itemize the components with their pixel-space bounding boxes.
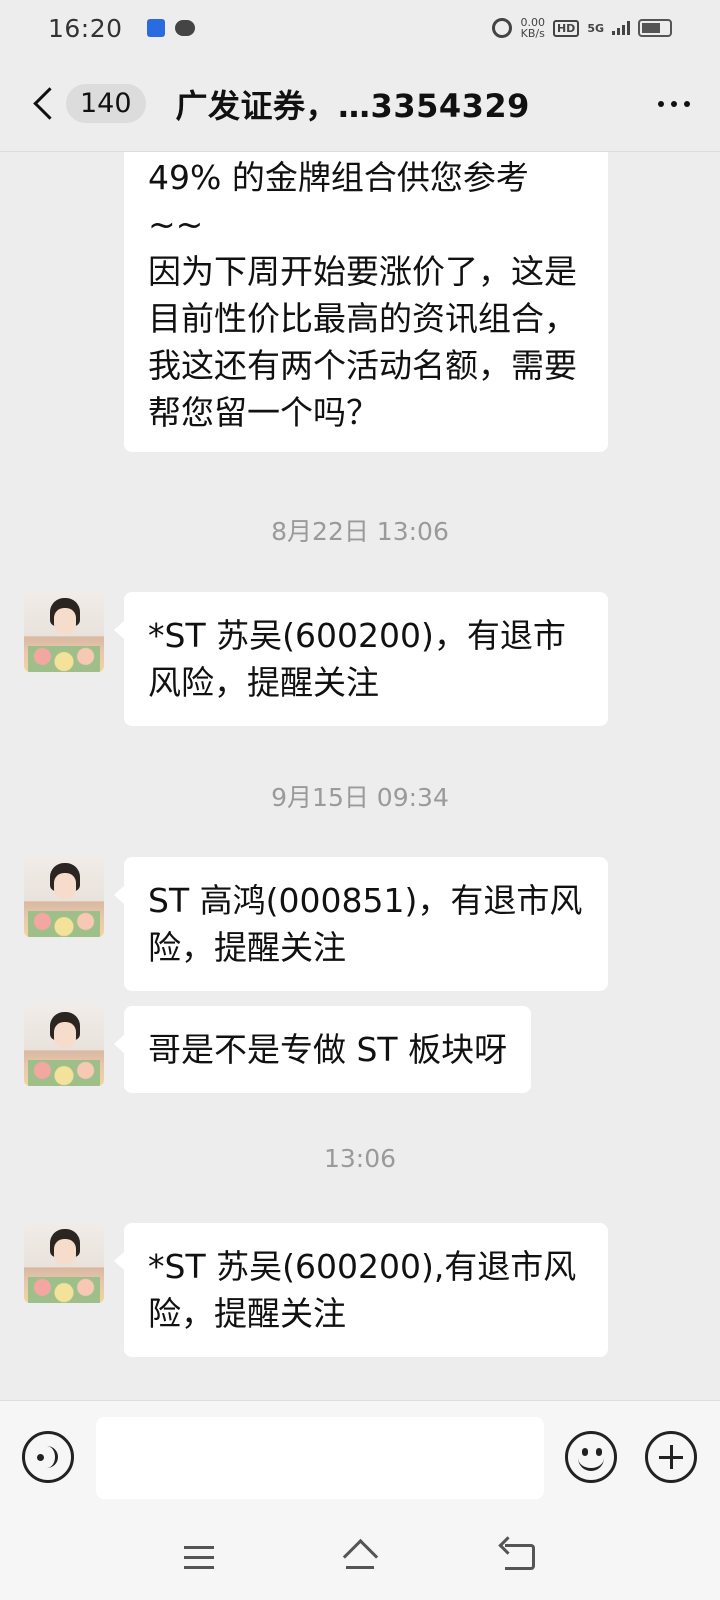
avatar[interactable]	[24, 592, 104, 672]
unread-count-badge[interactable]: 140	[66, 84, 146, 123]
home-icon[interactable]	[342, 1542, 378, 1572]
avatar[interactable]	[24, 857, 104, 937]
network-speed-unit: KB/s	[520, 27, 545, 40]
voice-icon[interactable]	[22, 1431, 74, 1483]
message-text: *ST 苏吴(600200)，有退市风险，提醒关注	[148, 616, 566, 702]
chevron-left-icon[interactable]	[16, 56, 72, 152]
alarm-icon	[492, 18, 513, 38]
status-time: 16:20	[48, 13, 123, 43]
message-list[interactable]: 49% 的金牌组合供您参考~~ 因为下周开始要涨价了，这是目前性价比最高的资讯组…	[0, 152, 720, 1400]
message-bubble[interactable]: 哥是不是专做 ST 板块呀	[113, 1006, 532, 1093]
chat-title: 广发证券，…3354329	[175, 86, 530, 125]
status-indicators: 0.00 KB/s HD 5G	[492, 17, 672, 39]
status-bar: 16:20 0.00 KB/s HD 5G	[0, 0, 720, 56]
timestamp: 9月15日 09:34	[271, 783, 449, 812]
timestamp: 13:06	[323, 1144, 397, 1173]
message-bubble[interactable]: 49% 的金牌组合供您参考~~ 因为下周开始要涨价了，这是目前性价比最高的资讯组…	[124, 152, 608, 452]
back-icon[interactable]	[505, 1544, 535, 1570]
network-type: 5G	[587, 21, 604, 35]
menu-icon[interactable]	[184, 1546, 214, 1570]
signal-icon	[612, 21, 630, 35]
emoji-icon[interactable]	[565, 1431, 617, 1483]
timestamp: 8月22日 13:06	[271, 517, 449, 546]
message-text: *ST 苏吴(600200),有退市风险，提醒关注	[148, 1247, 577, 1333]
plus-icon[interactable]	[645, 1431, 697, 1483]
input-bar	[0, 1400, 720, 1516]
avatar[interactable]	[24, 1223, 104, 1303]
message-text: 49% 的金牌组合供您参考~~ 因为下周开始要涨价了，这是目前性价比最高的资讯组…	[148, 158, 577, 432]
more-dots-icon[interactable]	[658, 100, 690, 107]
battery-icon	[638, 19, 672, 37]
message-bubble[interactable]: *ST 苏吴(600200)，有退市风险，提醒关注	[114, 592, 608, 726]
app-notification-icon	[146, 19, 165, 37]
message-bubble[interactable]: ST 高鸿(000851)，有退市风险，提醒关注	[114, 857, 608, 991]
chat-notification-icon	[174, 20, 195, 36]
avatar[interactable]	[24, 1006, 104, 1086]
network-speed: 0.00 KB/s	[520, 17, 545, 39]
message-text: ST 高鸿(000851)，有退市风险，提醒关注	[148, 881, 583, 967]
message-bubble[interactable]: *ST 苏吴(600200),有退市风险，提醒关注	[114, 1223, 608, 1357]
message-text: 哥是不是专做 ST 板块呀	[148, 1030, 508, 1069]
system-navigation-bar	[0, 1516, 720, 1600]
message-input[interactable]	[96, 1417, 544, 1499]
chat-header: 140 广发证券，…3354329	[0, 56, 720, 152]
hd-icon: HD	[552, 19, 580, 37]
